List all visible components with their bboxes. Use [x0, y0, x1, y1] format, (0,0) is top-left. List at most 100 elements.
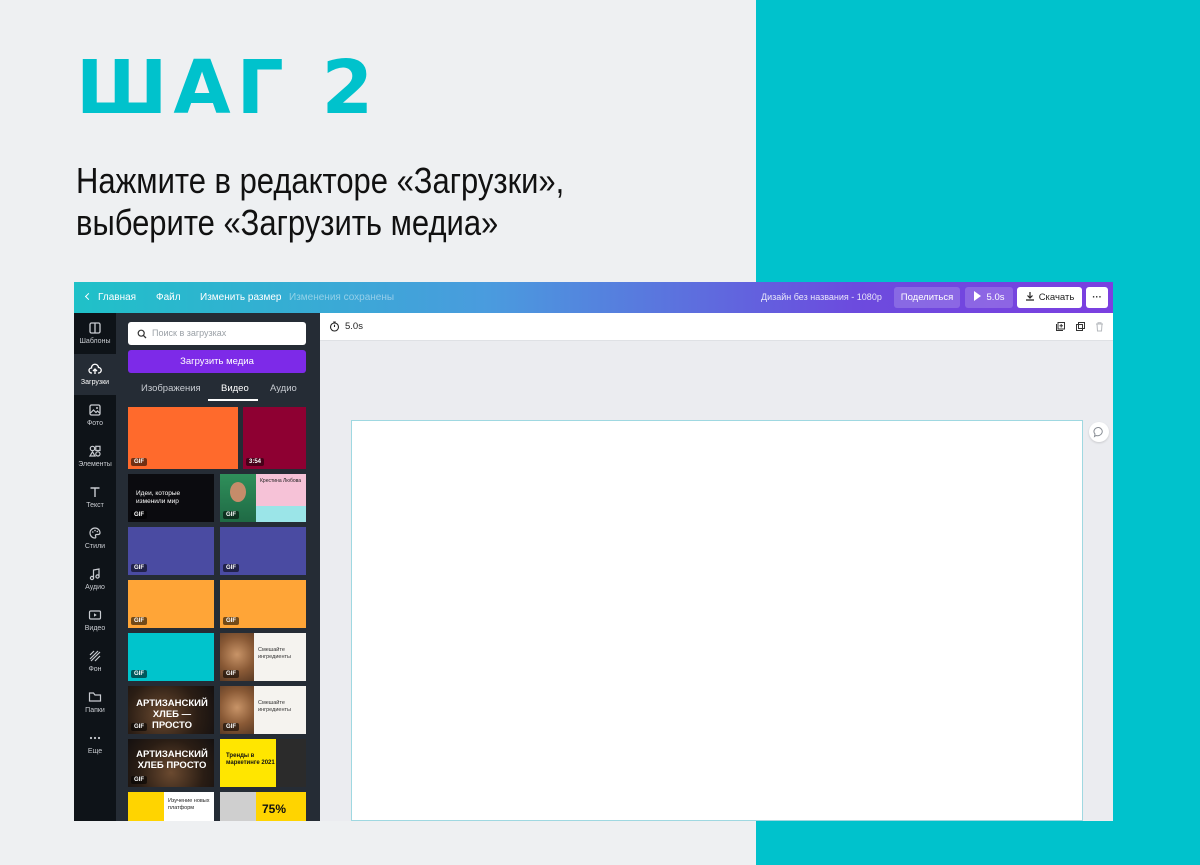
tab-images[interactable]: Изображения — [141, 377, 201, 401]
design-canvas[interactable] — [351, 420, 1083, 821]
uploads-panel: Поиск в загрузках Загрузить медиа Изобра… — [116, 313, 320, 821]
media-thumbnail[interactable]: Идеи, которые изменили мир GIF — [128, 474, 214, 522]
media-thumbnail[interactable]: Изучение новых платформ — [128, 792, 214, 821]
gif-badge: GIF — [131, 670, 147, 678]
gif-badge: GIF — [131, 511, 147, 519]
left-nav: Шаблоны Загрузки Фото Элементы Текст Сти… — [74, 313, 116, 821]
download-label: Скачать — [1038, 292, 1075, 303]
resize-menu[interactable]: Изменить размер — [200, 282, 281, 313]
thumbnail-text: Изучение новых платформ — [168, 798, 210, 811]
search-input[interactable]: Поиск в загрузках — [152, 322, 226, 345]
thumbnail-text: Тренды в маркетинге 2021 — [226, 753, 275, 766]
sidebar-item-label: Текст — [86, 502, 104, 509]
more-options-button[interactable]: ··· — [1086, 287, 1108, 308]
step-title: ШАГ 2 — [76, 45, 380, 131]
editor-toolbar: 5.0s — [320, 313, 1113, 341]
delete-page-icon[interactable] — [1094, 321, 1105, 332]
media-thumbnail[interactable]: GIF — [128, 633, 214, 681]
folder-icon — [88, 692, 102, 702]
page-duration[interactable]: 5.0s — [345, 313, 363, 341]
media-tabs: Изображения Видео Аудио — [128, 377, 306, 401]
duplicate-page-icon[interactable] — [1075, 321, 1086, 332]
active-tab-underline — [208, 399, 258, 401]
play-duration: 5.0s — [986, 292, 1005, 303]
sidebar-item-photos[interactable]: Фото — [74, 395, 116, 436]
top-bar: Главная Файл Изменить размер Изменения с… — [74, 282, 1113, 313]
tab-video[interactable]: Видео — [221, 377, 249, 401]
music-icon — [89, 568, 100, 581]
sidebar-item-styles[interactable]: Стили — [74, 518, 116, 559]
photo-icon — [89, 404, 101, 416]
sidebar-item-background[interactable]: Фон — [74, 641, 116, 682]
saved-status: Изменения сохранены — [289, 292, 395, 303]
tab-audio[interactable]: Аудио — [270, 377, 297, 401]
share-button[interactable]: Поделиться — [894, 287, 960, 308]
comment-icon — [1093, 426, 1103, 438]
sidebar-item-folders[interactable]: Папки — [74, 682, 116, 723]
background-icon — [89, 650, 101, 662]
step-description-line-2: выберите «Загрузить медиа» — [76, 202, 499, 243]
gif-badge: GIF — [223, 511, 239, 519]
sidebar-item-label: Аудио — [85, 584, 105, 591]
thumbnail-text: 75% — [262, 802, 287, 816]
editor-screenshot: Главная Файл Изменить размер Изменения с… — [74, 282, 1113, 821]
thumbnail-text: Крестина Любова — [260, 478, 302, 484]
download-button[interactable]: Скачать — [1017, 287, 1082, 308]
text-icon — [90, 487, 100, 497]
sidebar-item-label: Папки — [85, 707, 105, 714]
sidebar-item-label: Фото — [86, 420, 104, 427]
media-thumbnail[interactable]: АРТИЗАНСКИЙ ХЛЕБ — ПРОСТО GIF — [128, 686, 214, 734]
home-label: Главная — [98, 292, 137, 303]
search-box[interactable]: Поиск в загрузках — [128, 322, 306, 345]
media-thumbnail[interactable]: 3:54 — [243, 407, 306, 469]
sidebar-item-label: Стили — [84, 543, 106, 550]
media-thumbnail[interactable]: АРТИЗАНСКИЙ ХЛЕБ ПРОСТО GIF — [128, 739, 214, 787]
gif-badge: GIF — [131, 458, 147, 466]
step-description: Нажмите в редакторе «Загрузки», выберите… — [76, 160, 626, 244]
media-thumbnail[interactable]: GIF — [128, 580, 214, 628]
play-button[interactable]: 5.0s — [965, 287, 1013, 308]
sidebar-item-label: Еще — [87, 748, 103, 755]
media-thumbnail[interactable]: GIF — [128, 527, 214, 575]
sidebar-item-text[interactable]: Текст — [74, 477, 116, 518]
portrait-face — [230, 482, 246, 502]
sidebar-item-label: Видео — [84, 625, 106, 632]
sidebar-item-video[interactable]: Видео — [74, 600, 116, 641]
play-icon — [973, 291, 981, 301]
grey-photo — [220, 792, 256, 821]
sidebar-item-label: Элементы — [78, 461, 112, 468]
gif-badge: GIF — [131, 776, 147, 784]
gif-badge: GIF — [223, 564, 239, 572]
media-thumbnail[interactable]: Смешайте ингредиенты GIF — [220, 633, 306, 681]
dark-photo — [276, 739, 306, 787]
sidebar-item-templates[interactable]: Шаблоны — [74, 313, 116, 354]
card-bottom — [256, 506, 306, 522]
timer-icon[interactable] — [329, 321, 340, 332]
chevron-left-icon — [84, 292, 93, 301]
thumbnail-text: АРТИЗАНСКИЙ ХЛЕБ ПРОСТО — [136, 749, 208, 771]
more-icon — [89, 736, 101, 740]
elements-icon — [88, 445, 101, 457]
add-comment-button[interactable] — [1089, 422, 1109, 442]
palette-icon — [89, 527, 101, 539]
media-thumbnail[interactable]: Смешайте ингредиенты GIF — [220, 686, 306, 734]
upload-media-button[interactable]: Загрузить медиа — [128, 350, 306, 373]
file-menu[interactable]: Файл — [156, 282, 181, 313]
sidebar-item-more[interactable]: Еще — [74, 723, 116, 764]
media-thumbnail[interactable]: Крестина Любова GIF — [220, 474, 306, 522]
media-thumbnail[interactable]: GIF — [220, 527, 306, 575]
gif-badge: GIF — [131, 617, 147, 625]
media-thumbnail[interactable]: 75% — [220, 792, 306, 821]
sidebar-item-uploads[interactable]: Загрузки — [74, 354, 116, 395]
home-link[interactable]: Главная — [84, 282, 137, 313]
sidebar-item-elements[interactable]: Элементы — [74, 436, 116, 477]
sidebar-item-label: Загрузки — [80, 379, 110, 386]
search-icon — [137, 329, 147, 338]
media-thumbnail[interactable]: GIF — [128, 407, 238, 469]
gif-badge: GIF — [131, 564, 147, 572]
design-title[interactable]: Дизайн без названия - 1080р — [761, 282, 882, 313]
add-page-icon[interactable] — [1055, 321, 1066, 332]
media-thumbnail[interactable]: GIF — [220, 580, 306, 628]
media-thumbnail[interactable]: Тренды в маркетинге 2021 — [220, 739, 306, 787]
sidebar-item-audio[interactable]: Аудио — [74, 559, 116, 600]
